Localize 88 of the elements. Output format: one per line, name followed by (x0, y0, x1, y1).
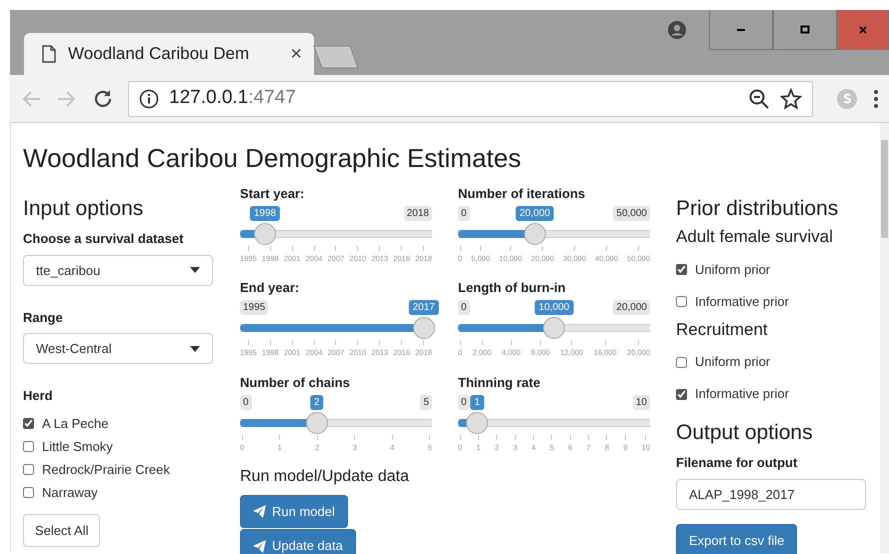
slider-label: Length of burn-in (458, 279, 566, 298)
caret-icon (190, 267, 200, 274)
new-tab-icon[interactable] (312, 45, 360, 69)
slider-value: 10,000 (534, 300, 574, 316)
slider-label: Thinning rate (458, 374, 540, 392)
slider-min-label: 1995 (240, 300, 268, 316)
slider-label: End year: (240, 279, 300, 298)
reload-icon (92, 88, 114, 110)
slider-value: 2 (310, 394, 324, 410)
maximize-button[interactable] (773, 10, 837, 50)
field-label: Choose a survival dataset (23, 230, 184, 248)
slider-min-label: 0 (240, 394, 252, 410)
slider-label: Start year: (240, 185, 304, 204)
field-label: Herd (23, 387, 53, 406)
subsection-heading: Adult female survival (676, 227, 834, 248)
slider-value: 20,000 (516, 206, 554, 222)
checkbox[interactable] (676, 296, 687, 308)
caret-icon (190, 346, 200, 352)
minimize-icon (737, 28, 745, 30)
slider-max-label: 10 (632, 394, 650, 410)
dropdown[interactable]: tte_caribou (23, 254, 213, 286)
paper-plane-icon (253, 540, 266, 553)
slider-thumb[interactable] (254, 223, 276, 246)
zoom-out-icon[interactable] (748, 88, 770, 110)
export-button[interactable]: Export to csv file (676, 524, 798, 554)
slider-max-label: 50,000 (613, 206, 650, 222)
checkbox-label[interactable]: Little Smoky (42, 436, 113, 456)
dropdown-value: West-Central (36, 340, 112, 358)
checkbox-label[interactable]: Informative prior (695, 384, 789, 404)
slider-label: Number of iterations (458, 185, 586, 204)
checkbox-label[interactable]: Informative prior (695, 292, 789, 312)
info-icon (139, 88, 159, 108)
section-heading: Prior distributions (676, 196, 840, 222)
scrollbar[interactable] (880, 123, 889, 553)
maximize-icon (800, 24, 810, 34)
checkbox-label[interactable]: Uniform prior (695, 260, 770, 280)
slider-max-label: 5 (420, 394, 432, 410)
tab-title: Woodland Caribou Dem (68, 43, 250, 66)
checkbox[interactable] (23, 440, 34, 452)
document-icon (42, 45, 56, 63)
slider-min-label: 0 (458, 300, 470, 316)
address-bar[interactable]: 127.0.0.1:4747 (128, 80, 813, 116)
checkbox-label[interactable]: A La Peche (42, 414, 108, 434)
section-heading: Output options (676, 420, 814, 446)
slider-thumb[interactable] (524, 223, 546, 246)
menu-icon[interactable] (873, 88, 879, 110)
url-text: 127.0.0.1:4747 (169, 86, 297, 110)
tab-close-button[interactable]: × (290, 44, 302, 64)
checkbox[interactable] (23, 464, 34, 475)
checkbox[interactable] (23, 418, 34, 429)
checkbox-label[interactable]: Uniform prior (695, 352, 770, 372)
filename-field[interactable]: ALAP_1998_2017 (676, 478, 866, 510)
checkbox[interactable] (676, 264, 687, 276)
subsection-heading: Recruitment (676, 320, 769, 340)
field-label: Range (23, 308, 63, 327)
slider-max-label: 20,000 (613, 300, 650, 316)
select-all-button[interactable]: Select All (23, 514, 100, 548)
slider-thumb[interactable] (306, 412, 328, 434)
checkbox-label[interactable]: Narraway (42, 482, 98, 502)
slider-min-label: 0 (458, 206, 470, 222)
page-title: Woodland Caribou Demographic Estimates (22, 142, 522, 174)
checkbox[interactable] (23, 486, 34, 498)
slider-value: 1 (470, 394, 484, 410)
slider-min-label: 0 (458, 394, 470, 410)
paper-plane-icon (253, 505, 266, 518)
slider-max-label: 2018 (404, 206, 432, 222)
slider-thumb[interactable] (412, 317, 435, 340)
dropdown[interactable]: West-Central (23, 333, 213, 364)
star-icon[interactable] (780, 88, 802, 110)
scrollbar-thumb[interactable] (881, 140, 888, 238)
slider-value: 1998 (250, 206, 280, 222)
slider-thumb[interactable] (466, 412, 488, 434)
field-label: Filename for output (676, 454, 798, 472)
checkbox[interactable] (676, 388, 687, 400)
dropdown-value: tte_caribou (36, 262, 100, 280)
reload-button[interactable] (92, 88, 114, 110)
slider-value: 2017 (408, 300, 439, 316)
close-icon (858, 24, 868, 34)
run-button[interactable]: Update data (240, 529, 356, 554)
account-icon[interactable] (667, 20, 687, 40)
section-heading: Input options (23, 196, 144, 222)
checkbox-label[interactable]: Redrock/Prairie Creek (42, 460, 170, 480)
checkbox[interactable] (676, 356, 687, 368)
browser-tab[interactable]: Woodland Caribou Dem × (24, 33, 314, 75)
slider-thumb[interactable] (543, 317, 565, 340)
slider-label: Number of chains (240, 374, 350, 392)
section-heading: Run model/Update data (240, 466, 410, 487)
run-button[interactable]: Run model (240, 494, 348, 528)
